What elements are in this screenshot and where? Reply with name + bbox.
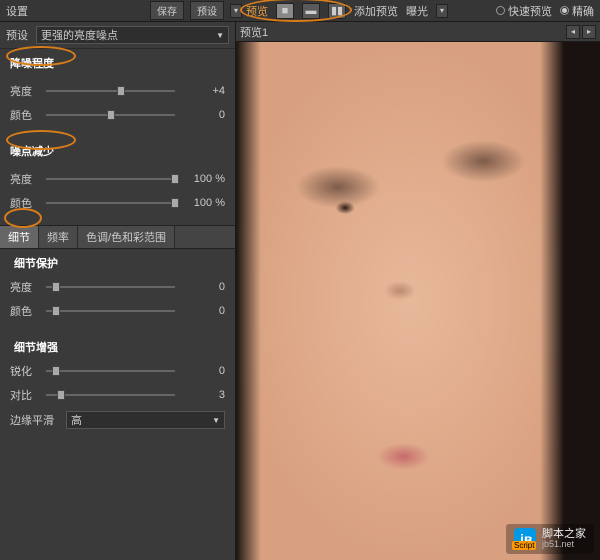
add-preview-button[interactable]: 添加预览: [354, 3, 398, 19]
color-label: 颜色: [10, 107, 38, 123]
preview-label[interactable]: 预览: [246, 3, 268, 19]
section-detail-enhance: 细节增强: [0, 333, 235, 357]
exposure-label[interactable]: 曝光: [406, 3, 428, 19]
view-split-v-icon[interactable]: ▮▮: [328, 3, 346, 19]
preset-dropdown-arrow[interactable]: ▾: [230, 4, 242, 18]
brightness2-slider[interactable]: [46, 172, 175, 186]
brightness-label: 亮度: [10, 83, 38, 99]
exposure-arrow-icon[interactable]: ▾: [436, 4, 448, 18]
view-split-h-icon[interactable]: ▬: [302, 3, 320, 19]
color-slider[interactable]: [46, 108, 175, 122]
preview-image[interactable]: ʝв Script 脚本之家 jb51.net: [236, 42, 600, 560]
color-value: 0: [183, 109, 225, 121]
view-single-icon[interactable]: ■: [276, 3, 294, 19]
preview-panel: 预览1 ◂ ▸ ʝв Script 脚本之家 jb51.net: [236, 22, 600, 560]
fast-preview-radio[interactable]: 快速预览: [496, 3, 552, 19]
chevron-down-icon: ▼: [216, 31, 224, 40]
brightness-slider[interactable]: [46, 84, 175, 98]
settings-label: 设置: [6, 3, 28, 19]
sidebar: 预设 更强的亮度噪点 ▼ 降噪程度 亮度 +4 颜色 0 噪点减少 亮度: [0, 22, 236, 560]
edge-smooth-dropdown[interactable]: 高 ▼: [66, 411, 225, 429]
tab-detail[interactable]: 细节: [0, 226, 39, 248]
tab-frequency[interactable]: 频率: [39, 226, 78, 248]
brightness-value: +4: [183, 85, 225, 97]
prev-button[interactable]: ◂: [566, 25, 580, 39]
save-button[interactable]: 保存: [150, 1, 184, 20]
brightness3-slider[interactable]: [46, 280, 175, 294]
tab-color-range[interactable]: 色调/色和彩范围: [78, 226, 175, 248]
watermark: ʝв Script 脚本之家 jb51.net: [506, 524, 594, 554]
color3-slider[interactable]: [46, 304, 175, 318]
preset-button[interactable]: 预设: [190, 1, 224, 20]
preset-dropdown[interactable]: 更强的亮度噪点 ▼: [36, 26, 229, 44]
preset-label: 预设: [6, 27, 30, 43]
chevron-down-icon: ▼: [212, 416, 220, 425]
section-detail-protect: 细节保护: [0, 249, 235, 273]
sharpen-slider[interactable]: [46, 364, 175, 378]
preview-title: 预览1: [240, 24, 268, 40]
precise-radio[interactable]: 精确: [560, 3, 594, 19]
section-noise-dec: 噪点减少: [0, 137, 235, 165]
contrast-slider[interactable]: [46, 388, 175, 402]
next-button[interactable]: ▸: [582, 25, 596, 39]
color2-slider[interactable]: [46, 196, 175, 210]
section-noise-reduce: 降噪程度: [0, 49, 235, 77]
